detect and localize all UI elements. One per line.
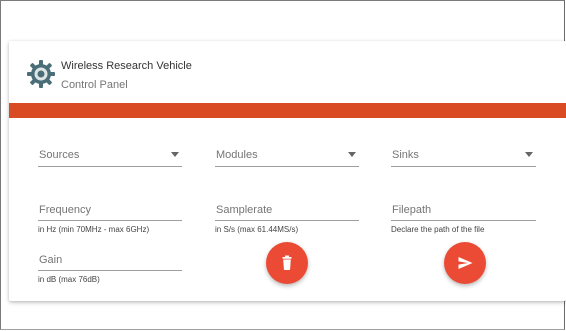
frequency-field[interactable]: Frequency xyxy=(38,200,182,221)
samplerate-hint: in S/s (max 61.44MS/s) xyxy=(215,225,299,234)
modules-select-label: Modules xyxy=(216,149,258,161)
samplerate-field[interactable]: Samplerate xyxy=(215,200,359,221)
chevron-down-icon xyxy=(348,152,356,157)
gain-hint: in dB (max 76dB) xyxy=(38,275,100,284)
accent-bar xyxy=(9,103,566,118)
delete-button[interactable] xyxy=(266,242,308,284)
modules-select[interactable]: Modules xyxy=(215,142,359,167)
sources-select[interactable]: Sources xyxy=(38,142,182,167)
frequency-label: Frequency xyxy=(39,204,91,216)
app-subtitle: Control Panel xyxy=(61,79,128,91)
frequency-hint: in Hz (min 70MHz - max 6GHz) xyxy=(38,225,150,234)
sources-select-label: Sources xyxy=(39,149,80,161)
sinks-select[interactable]: Sinks xyxy=(391,142,536,167)
filepath-hint: Declare the path of the file xyxy=(391,225,485,234)
send-button[interactable] xyxy=(444,242,486,284)
sinks-select-label: Sinks xyxy=(392,149,419,161)
filepath-label: Filepath xyxy=(392,204,432,216)
app-title: Wireless Research Vehicle xyxy=(61,60,192,72)
samplerate-label: Samplerate xyxy=(216,204,273,216)
gear-icon xyxy=(26,59,56,89)
filepath-field[interactable]: Filepath xyxy=(391,200,536,221)
trash-icon xyxy=(282,255,292,270)
control-panel-card: Wireless Research Vehicle Control Panel … xyxy=(9,41,566,301)
gain-field[interactable]: Gain xyxy=(38,250,182,271)
gain-label: Gain xyxy=(39,254,63,266)
send-icon xyxy=(458,257,473,269)
chevron-down-icon xyxy=(525,152,533,157)
chevron-down-icon xyxy=(171,152,179,157)
